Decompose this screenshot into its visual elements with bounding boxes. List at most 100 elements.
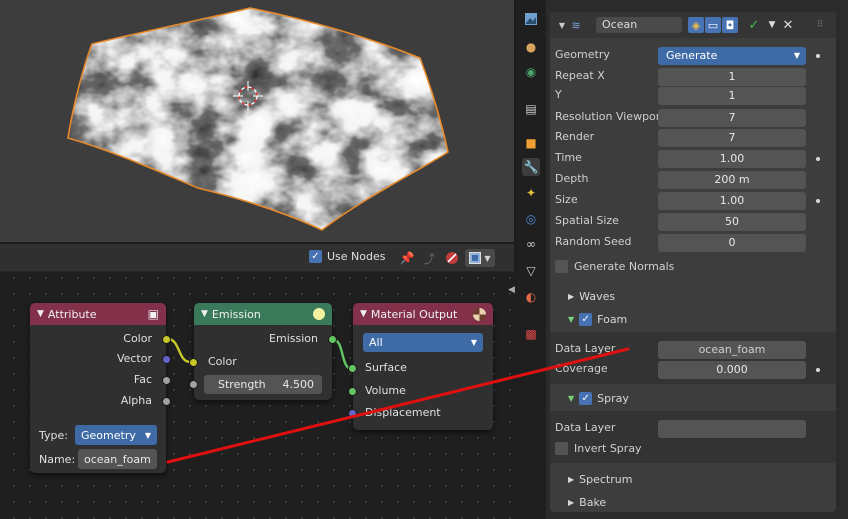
depth-label: Depth [555,172,589,185]
keyframe-dot-icon[interactable] [816,54,820,58]
chevron-right-icon: ▶ [568,498,575,507]
attribute-node[interactable]: ▼ Attribute ▣ Color Vector Fac Alpha Typ… [30,303,171,473]
render-camera-icon[interactable]: ◘ [722,17,738,33]
drag-handle-icon[interactable]: ⠿ [812,17,828,33]
type-dropdown[interactable]: Geometry ▼ [75,425,157,445]
ocean-modifier-panel: ▼ ≋ Ocean ◈ ▭ ◘ ✓ ▼ ✕ ⠿ Geometry Generat… [550,12,836,512]
tab-texture-icon[interactable]: ▩ [522,325,540,343]
volume-input-socket[interactable] [348,387,357,396]
foam-label: Foam [597,313,628,326]
spray-subpanel-header[interactable]: ▼ ✓ Spray [568,392,629,405]
color-input-label: Color [208,355,237,368]
attribute-node-header[interactable]: ▼ Attribute ▣ [30,303,166,325]
spatial-size-label: Spatial Size [555,214,619,227]
random-seed-field[interactable]: 0 [658,234,806,252]
coverage-label: Coverage [555,362,608,375]
output-fac-label: Fac [133,373,152,386]
repeat-y-field[interactable]: 1 [658,87,806,105]
bake-subpanel-header[interactable]: ▶ Bake [568,496,606,509]
coverage-field[interactable]: 0.000 [658,361,806,379]
viewport-display-icon[interactable]: ▭ [705,17,721,33]
apply-check-icon[interactable]: ✓ [746,17,762,33]
color-output-socket[interactable] [162,335,171,344]
strength-input-socket[interactable] [189,380,198,389]
alpha-output-socket[interactable] [162,397,171,406]
type-value: Geometry [81,428,136,442]
chevron-down-icon[interactable]: ▼ [360,309,367,319]
material-output-node-header[interactable]: ▼ Material Output [353,303,493,325]
foam-data-layer-field[interactable]: ocean_foam [658,341,806,359]
waves-subpanel-header[interactable]: ▶ Waves [568,290,615,303]
spray-data-layer-field[interactable] [658,420,806,438]
generate-normals-toggle[interactable]: Generate Normals [555,260,674,273]
spectrum-subpanel-header[interactable]: ▶ Spectrum [568,473,632,486]
resolution-viewport-field[interactable]: 7 [658,109,806,127]
keyframe-dot-icon[interactable] [816,157,820,161]
foam-subpanel-header[interactable]: ▼ ✓ Foam [568,313,627,326]
depth-field[interactable]: 200 m [658,171,806,189]
material-output-node[interactable]: ▼ Material Output All ▼ Surface Volume D… [348,303,493,430]
spatial-size-field[interactable]: 50 [658,213,806,231]
foam-checkbox-icon[interactable]: ✓ [579,313,593,326]
color-input-socket[interactable] [189,358,198,367]
chevron-down-icon: ▼ [568,394,575,403]
modifier-menu-chevron-icon[interactable]: ▼ [764,17,780,33]
shader-node-editor[interactable]: ✓ Use Nodes 📌 ⤴ ▼ ▼ Attribute ▣ Color Ve… [0,244,514,519]
tab-physics-icon[interactable]: ◎ [522,210,540,228]
chevron-down-icon: ▼ [470,338,477,347]
displacement-input-socket[interactable] [348,409,357,418]
tab-data-icon[interactable]: ▽ [522,262,540,280]
strength-field[interactable]: Strength 4.500 [204,375,322,394]
tab-material-icon[interactable]: ◐ [522,288,540,306]
chevron-down-icon: ▼ [793,51,800,60]
fac-output-socket[interactable] [162,376,171,385]
tab-object-icon[interactable]: ■ [522,134,540,152]
emission-node[interactable]: ▼ Emission Emission Color Strength 4.500 [189,303,337,400]
tab-output-icon[interactable]: ● [522,38,540,56]
checkbox-icon[interactable] [555,442,568,455]
invert-spray-toggle[interactable]: Invert Spray [555,442,642,455]
spray-checkbox-icon[interactable]: ✓ [579,392,593,405]
vector-output-socket[interactable] [162,355,171,364]
tab-constraints-icon[interactable]: ∞ [522,235,540,253]
tab-particles-icon[interactable]: ✦ [522,184,540,202]
tab-world-icon[interactable]: ◉ [522,63,540,81]
attribute-node-title: Attribute [47,307,97,321]
time-label: Time [555,151,582,164]
chevron-right-icon: ▶ [568,475,575,484]
keyframe-dot-icon[interactable] [816,368,820,372]
tab-render-icon[interactable] [522,10,540,28]
type-label: Type: [39,429,68,442]
target-value: All [369,336,383,349]
modifier-name-field[interactable]: Ocean [596,17,682,33]
repeat-x-field[interactable]: 1 [658,68,806,86]
chevron-down-icon[interactable]: ▼ [37,309,44,319]
render-resolution-field[interactable]: 7 [658,129,806,147]
checkbox-icon[interactable] [555,260,568,273]
material-sphere-icon [473,307,486,321]
name-value: ocean_foam [84,452,151,466]
displacement-input-label: Displacement [365,406,441,419]
clipboard-icon: ▣ [147,307,159,321]
volume-input-label: Volume [365,384,406,397]
surface-input-socket[interactable] [348,364,357,373]
edit-mode-icon[interactable]: ◈ [688,17,704,33]
tab-modifier-wrench-icon[interactable]: 🔧 [522,158,540,176]
geometry-dropdown[interactable]: Generate ▼ [658,47,806,65]
preview-sphere-icon [313,308,325,320]
target-dropdown[interactable]: All ▼ [363,333,483,352]
close-icon[interactable]: ✕ [780,17,796,33]
tab-collection-icon[interactable]: ▤ [522,100,540,118]
3d-viewport[interactable] [0,0,514,242]
chevron-down-icon[interactable]: ▼ [201,309,208,319]
name-field[interactable]: ocean_foam [78,449,157,469]
strength-label: Strength [218,378,266,391]
emission-output-socket[interactable] [328,335,337,344]
size-field[interactable]: 1.00 [658,192,806,210]
time-field[interactable]: 1.00 [658,150,806,168]
emission-node-header[interactable]: ▼ Emission [194,303,332,325]
keyframe-dot-icon[interactable] [816,199,820,203]
name-label: Name: [39,453,76,466]
strength-value: 4.500 [282,378,315,391]
repeat-x-label: Repeat X [555,69,605,82]
